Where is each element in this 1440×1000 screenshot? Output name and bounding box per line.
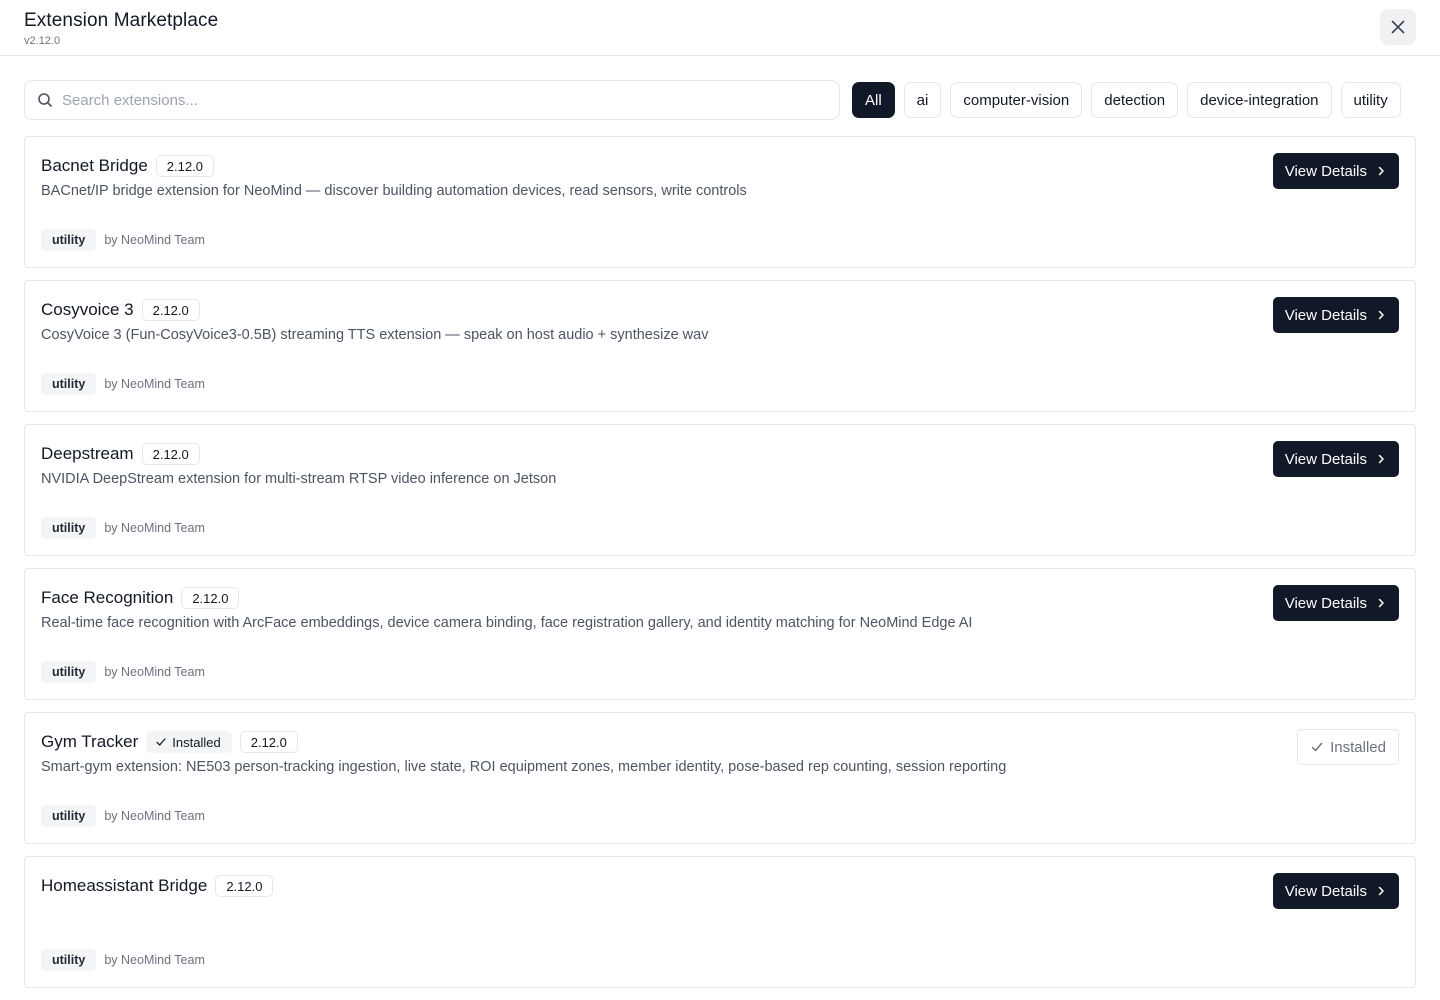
view-details-label: View Details (1284, 594, 1367, 612)
chevron-right-icon (1376, 310, 1386, 320)
extension-card: Deepstream 2.12.0 NVIDIA DeepStream exten… (24, 424, 1416, 556)
check-icon (1310, 740, 1324, 754)
extension-card-header: Cosyvoice 3 2.12.0 (41, 297, 208, 323)
view-details-button[interactable]: View Details (1272, 297, 1399, 333)
view-details-button[interactable]: View Details (1272, 153, 1399, 189)
installed-status-label: Installed (1330, 738, 1386, 756)
search-box[interactable] (24, 80, 840, 120)
extension-card: Gym Tracker Installed 2.12.0 Smart-gym e… (24, 712, 1416, 844)
extension-meta: utility by NeoMind Team (41, 661, 205, 683)
extension-description: Smart-gym extension: NE503 person-tracki… (41, 759, 1007, 775)
version-badge: 2.12.0 (181, 587, 240, 609)
app-version: v2.12.0 (24, 35, 61, 47)
version-badge: 2.12.0 (239, 731, 298, 753)
filter-chip-detection[interactable]: detection (1091, 82, 1179, 118)
installed-badge-label: Installed (172, 734, 221, 750)
extension-name: Face Recognition (41, 588, 174, 607)
extension-card-header: Gym Tracker Installed 2.12.0 (41, 729, 306, 755)
extension-meta: utility by NeoMind Team (41, 949, 205, 971)
extension-card-header: Bacnet Bridge 2.12.0 (41, 153, 222, 179)
close-button[interactable] (1380, 9, 1416, 45)
extension-name: Deepstream (41, 444, 134, 463)
extension-name: Cosyvoice 3 (41, 300, 134, 319)
extension-card-header: Deepstream 2.12.0 (41, 441, 208, 467)
view-details-button[interactable]: View Details (1272, 873, 1399, 909)
extension-name: Homeassistant Bridge (41, 876, 208, 895)
extension-description: BACnet/IP bridge extension for NeoMind —… (41, 183, 747, 199)
extension-name: Bacnet Bridge (41, 156, 148, 175)
view-details-label: View Details (1284, 882, 1367, 900)
extension-meta: utility by NeoMind Team (41, 229, 205, 251)
view-details-label: View Details (1284, 306, 1367, 324)
extension-card: Homeassistant Bridge 2.12.0 utility by Ne… (24, 856, 1416, 988)
version-badge: 2.12.0 (141, 443, 200, 465)
extension-meta: utility by NeoMind Team (41, 805, 205, 827)
filter-chip-all[interactable]: All (852, 82, 895, 118)
chevron-right-icon (1376, 166, 1386, 176)
extension-list: Bacnet Bridge 2.12.0 BACnet/IP bridge ext… (24, 136, 1416, 1000)
marketplace-header: Extension Marketplace v2.12.0 (0, 0, 1440, 56)
category-tag: utility (41, 949, 97, 971)
installed-status-button: Installed (1297, 729, 1399, 765)
category-tag: utility (41, 661, 97, 683)
close-icon (1390, 19, 1406, 35)
check-icon (155, 736, 167, 748)
view-details-button[interactable]: View Details (1272, 585, 1399, 621)
view-details-label: View Details (1284, 450, 1367, 468)
extension-name: Gym Tracker (41, 732, 139, 751)
filter-chip-utility[interactable]: utility (1340, 82, 1401, 118)
extension-description: Real-time face recognition with ArcFace … (41, 615, 973, 631)
toolbar: Allaicomputer-visiondetectiondevice-inte… (24, 80, 1416, 120)
category-tag: utility (41, 805, 97, 827)
view-details-button[interactable]: View Details (1272, 441, 1399, 477)
extension-card: Cosyvoice 3 2.12.0 CosyVoice 3 (Fun-CosyV… (24, 280, 1416, 412)
extension-author: by NeoMind Team (104, 521, 205, 535)
extension-meta: utility by NeoMind Team (41, 373, 205, 395)
extension-author: by NeoMind Team (104, 233, 205, 247)
extension-author: by NeoMind Team (104, 377, 205, 391)
page-title: Extension Marketplace (24, 10, 219, 31)
extension-card: Bacnet Bridge 2.12.0 BACnet/IP bridge ext… (24, 136, 1416, 268)
category-tag: utility (41, 373, 97, 395)
filter-chip-device-integration[interactable]: device-integration (1187, 82, 1332, 118)
category-filters: All ai computer-vision detection device-inte… (852, 82, 1401, 118)
extension-meta: utility by NeoMind Team (41, 517, 205, 539)
version-badge: 2.12.0 (141, 299, 200, 321)
extension-author: by NeoMind Team (104, 665, 205, 679)
extension-description: NVIDIA DeepStream extension for multi-st… (41, 471, 557, 487)
chevron-right-icon (1376, 598, 1386, 608)
search-input[interactable] (62, 91, 802, 109)
chevron-right-icon (1376, 886, 1386, 896)
version-badge: 2.12.0 (215, 875, 274, 897)
category-tag: utility (41, 517, 97, 539)
chevron-right-icon (1376, 454, 1386, 464)
installed-badge: Installed (146, 731, 232, 753)
search-icon (37, 92, 53, 108)
view-details-label: View Details (1284, 162, 1367, 180)
extension-card-header: Face Recognition 2.12.0 (41, 585, 247, 611)
filter-chip-computer-vision[interactable]: computer-vision (950, 82, 1083, 118)
extension-card: Face Recognition 2.12.0 Real-time face re… (24, 568, 1416, 700)
extension-card-header: Homeassistant Bridge 2.12.0 (41, 873, 281, 899)
extension-author: by NeoMind Team (104, 953, 205, 967)
extension-description: CosyVoice 3 (Fun-CosyVoice3-0.5B) stream… (41, 327, 709, 343)
category-tag: utility (41, 229, 97, 251)
version-badge: 2.12.0 (155, 155, 214, 177)
filter-chip-ai[interactable]: ai (903, 82, 942, 118)
extension-author: by NeoMind Team (104, 809, 205, 823)
